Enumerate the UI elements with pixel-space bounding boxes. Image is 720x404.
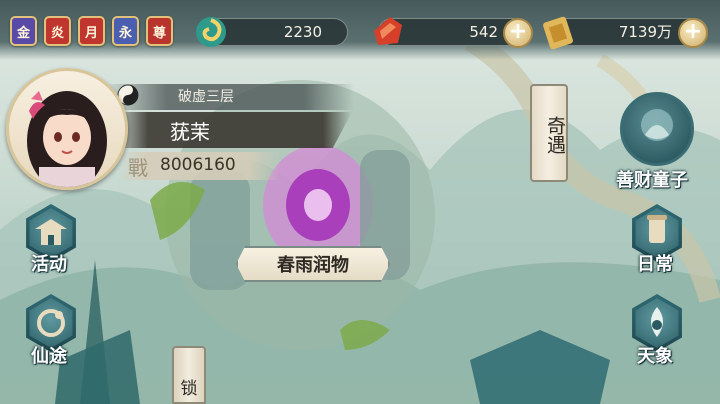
scroll-icon	[647, 215, 667, 243]
pavilion-icon	[35, 219, 67, 245]
wealth-child-icon	[641, 109, 673, 141]
combat-power-glyph: 戰	[128, 156, 148, 180]
player-name-banner	[112, 112, 352, 148]
locked-label: 锁	[180, 379, 198, 399]
vip-badge-eternal[interactable]: 永	[112, 16, 139, 46]
character-portrait	[27, 91, 107, 187]
celestial-label[interactable]: 天象	[637, 342, 673, 368]
crystal-currency-value: 542	[469, 23, 498, 41]
realm-level-text: 破虚三层	[178, 89, 234, 105]
jade-swirl-icon	[194, 15, 228, 49]
daily-label[interactable]: 日常	[637, 250, 673, 276]
player-avatar[interactable]	[6, 68, 128, 190]
flame-eye-icon	[651, 307, 663, 337]
add-gold-button[interactable]: +	[678, 18, 708, 48]
player-name: 莸茉	[170, 120, 210, 144]
scenery-art	[0, 30, 720, 404]
vip-badge-moon[interactable]: 月	[78, 16, 105, 46]
gold-tablet-icon	[540, 13, 576, 51]
combat-power-value: 8006160	[160, 155, 236, 175]
adventure-label[interactable]: 奇遇	[530, 116, 568, 154]
god-of-wealth-button[interactable]	[620, 92, 694, 166]
vip-badge-flame[interactable]: 炎	[44, 16, 71, 46]
jade-currency-value: 2230	[283, 23, 322, 41]
activity-label[interactable]: 活动	[31, 250, 67, 276]
vip-badge-noble[interactable]: 尊	[146, 16, 173, 46]
red-crystal-icon	[370, 13, 406, 51]
god-of-wealth-label[interactable]: 善财童子	[616, 166, 688, 192]
vip-badge-gold[interactable]: 金	[10, 16, 37, 46]
immortal-path-label[interactable]: 仙途	[31, 342, 67, 368]
game-map-background	[0, 0, 720, 404]
dragon-ring-icon	[37, 309, 65, 337]
location-label[interactable]: 春雨润物	[236, 251, 390, 277]
add-crystal-button[interactable]: +	[503, 18, 533, 48]
gold-currency-value: 7139万	[618, 23, 672, 41]
